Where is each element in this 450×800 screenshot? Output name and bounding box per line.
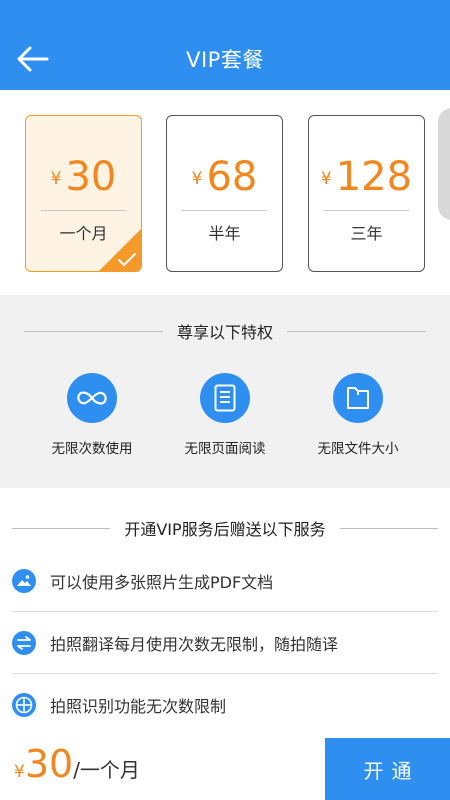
price-amount: 128 bbox=[335, 154, 413, 200]
divider bbox=[324, 210, 409, 211]
gift-text: 拍照识别功能无次数限制 bbox=[50, 697, 227, 716]
price-amount: 30 bbox=[65, 154, 117, 200]
plan-card-half-year[interactable]: ¥68 半年 bbox=[166, 115, 283, 272]
total-price: ¥30/一个月 bbox=[14, 742, 140, 786]
file-icon bbox=[333, 373, 383, 423]
plan-price: ¥68 bbox=[167, 154, 282, 200]
gifts-title: 开通VIP服务后赠送以下服务 bbox=[124, 520, 326, 539]
price-amount: 30 bbox=[24, 742, 74, 786]
privilege-label: 无限文件大小 bbox=[317, 441, 399, 457]
currency-symbol: ¥ bbox=[320, 169, 332, 189]
plan-price: ¥30 bbox=[26, 154, 141, 200]
arrow-left-icon bbox=[17, 46, 49, 72]
gift-item-recognize: 拍照识别功能无次数限制 bbox=[12, 674, 438, 736]
privilege-label: 无限次数使用 bbox=[51, 441, 133, 457]
back-button[interactable] bbox=[10, 37, 54, 81]
privilege-label: 无限页面阅读 bbox=[184, 441, 266, 457]
translate-arrows-icon bbox=[12, 630, 36, 655]
privileges-heading: 尊享以下特权 bbox=[0, 319, 450, 343]
divider bbox=[41, 210, 126, 211]
price-unit: /一个月 bbox=[73, 758, 140, 782]
privilege-unlimited-uses: 无限次数使用 bbox=[17, 373, 167, 457]
gift-text: 可以使用多张照片生成PDF文档 bbox=[50, 572, 274, 592]
globe-icon bbox=[12, 693, 36, 717]
plan-period: 三年 bbox=[350, 224, 383, 243]
divider bbox=[182, 210, 267, 211]
privilege-unlimited-pages: 无限页面阅读 bbox=[150, 373, 300, 457]
plan-period: 半年 bbox=[208, 224, 241, 243]
open-vip-button[interactable]: 开通 bbox=[325, 738, 450, 800]
checkmark-icon bbox=[118, 253, 136, 266]
gift-item-pdf: 可以使用多张照片生成PDF文档 bbox=[12, 550, 438, 612]
divider bbox=[339, 527, 439, 529]
gift-item-translate: 拍照翻译每月使用次数无限制，随拍随译 bbox=[12, 612, 438, 674]
currency-symbol: ¥ bbox=[191, 169, 203, 189]
gift-text: 拍照翻译每月使用次数无限制，随拍随译 bbox=[50, 634, 339, 654]
plan-card-1-month[interactable]: ¥30 一个月 bbox=[25, 115, 142, 272]
divider bbox=[287, 330, 427, 332]
plan-card-three-year[interactable]: ¥128 三年 bbox=[308, 115, 425, 272]
page-title: VIP套餐 bbox=[186, 47, 264, 72]
currency-symbol: ¥ bbox=[14, 762, 25, 782]
document-icon bbox=[200, 373, 250, 423]
privileges-title: 尊享以下特权 bbox=[177, 323, 274, 342]
currency-symbol: ¥ bbox=[50, 169, 62, 189]
divider bbox=[24, 330, 163, 332]
plan-list: ¥30 一个月 ¥68 半年 ¥128 三年 bbox=[0, 90, 450, 295]
divider bbox=[12, 527, 111, 529]
privileges-section: 尊享以下特权 无限次数使用 无限页面阅读 无限文件大小 bbox=[0, 295, 450, 488]
header: VIP套餐 bbox=[0, 27, 450, 90]
photo-icon bbox=[12, 568, 36, 593]
price-amount: 68 bbox=[206, 154, 258, 200]
infinity-icon bbox=[67, 373, 117, 423]
plan-card-next-peek[interactable] bbox=[438, 108, 450, 220]
gift-services-section: 开通VIP服务后赠送以下服务 可以使用多张照片生成PDF文档 拍照翻译每月使用次… bbox=[0, 488, 450, 738]
plan-price: ¥128 bbox=[309, 154, 424, 200]
gifts-heading: 开通VIP服务后赠送以下服务 bbox=[0, 516, 450, 540]
status-bar bbox=[0, 0, 450, 27]
privilege-unlimited-size: 无限文件大小 bbox=[283, 373, 433, 457]
bottom-bar: ¥30/一个月 开通 bbox=[0, 738, 450, 800]
